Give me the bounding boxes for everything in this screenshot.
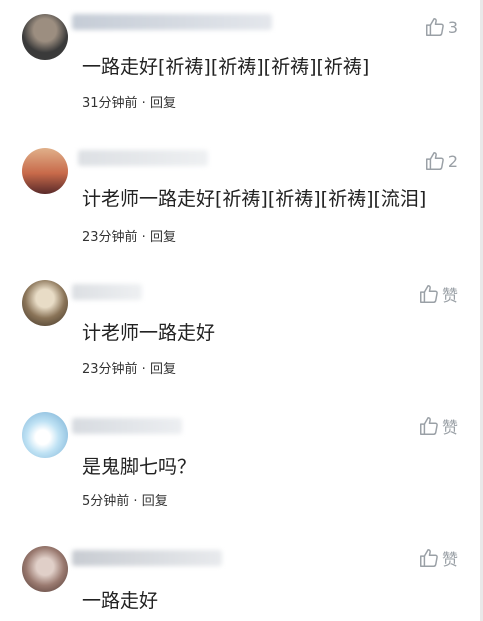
comment-item: 赞 是鬼脚七吗？ 5分钟前 · 回复 — [0, 402, 480, 522]
like-button[interactable]: 赞 — [418, 414, 458, 438]
thumbs-up-icon — [420, 285, 438, 303]
like-label: 赞 — [441, 550, 458, 569]
avatar[interactable] — [22, 412, 68, 458]
comment-text: 计老师一路走好[祈祷][祈祷][祈祷][流泪] — [82, 188, 427, 210]
like-count: 2 — [447, 151, 458, 171]
like-label: 赞 — [441, 418, 458, 437]
like-count: 3 — [447, 17, 458, 37]
comment-time: 31分钟前 — [82, 96, 138, 111]
like-button[interactable]: 3 — [424, 16, 458, 38]
comment-meta: 23分钟前 · 回复 — [82, 226, 176, 245]
comment-item: 2 计老师一路走好[祈祷][祈祷][祈祷][流泪] 23分钟前 · 回复 — [0, 134, 480, 254]
reply-button[interactable]: 回复 — [150, 230, 176, 245]
thumbs-up-icon — [420, 549, 438, 567]
meta-separator: · — [137, 230, 150, 245]
comment-text: 计老师一路走好 — [82, 322, 216, 344]
username-redacted — [72, 418, 182, 434]
like-button[interactable]: 赞 — [418, 282, 458, 306]
like-button[interactable]: 2 — [424, 150, 458, 172]
comment-item: 赞 一路走好 — [0, 536, 480, 621]
comment-time: 5分钟前 — [82, 494, 130, 509]
avatar[interactable] — [22, 148, 68, 194]
reply-button[interactable]: 回复 — [150, 96, 176, 111]
meta-separator: · — [137, 96, 150, 111]
like-button[interactable]: 赞 — [418, 546, 458, 570]
avatar[interactable] — [22, 14, 68, 60]
comment-meta: 5分钟前 · 回复 — [82, 490, 168, 509]
comment-meta: 31分钟前 · 回复 — [82, 92, 176, 111]
thumbs-up-icon — [420, 417, 438, 435]
meta-separator: · — [137, 362, 150, 377]
avatar[interactable] — [22, 280, 68, 326]
comment-meta: 23分钟前 · 回复 — [82, 358, 176, 377]
comment-time: 23分钟前 — [82, 230, 138, 245]
comment-text: 一路走好[祈祷][祈祷][祈祷][祈祷] — [82, 56, 370, 78]
thumbs-up-icon — [425, 18, 444, 36]
comment-text: 一路走好 — [82, 590, 159, 612]
comment-time: 23分钟前 — [82, 362, 138, 377]
meta-separator: · — [129, 494, 142, 509]
comment-item: 3 一路走好[祈祷][祈祷][祈祷][祈祷] 31分钟前 · 回复 — [0, 0, 480, 120]
reply-button[interactable]: 回复 — [142, 494, 168, 509]
avatar[interactable] — [22, 546, 68, 592]
username-redacted — [72, 550, 222, 566]
username-redacted — [78, 150, 208, 166]
like-label: 赞 — [441, 286, 458, 305]
username-redacted — [72, 284, 142, 300]
comment-item: 赞 计老师一路走好 23分钟前 · 回复 — [0, 268, 480, 388]
username-redacted — [72, 14, 272, 30]
comment-text: 是鬼脚七吗？ — [82, 456, 197, 478]
thumbs-up-icon — [425, 152, 444, 170]
reply-button[interactable]: 回复 — [150, 362, 176, 377]
